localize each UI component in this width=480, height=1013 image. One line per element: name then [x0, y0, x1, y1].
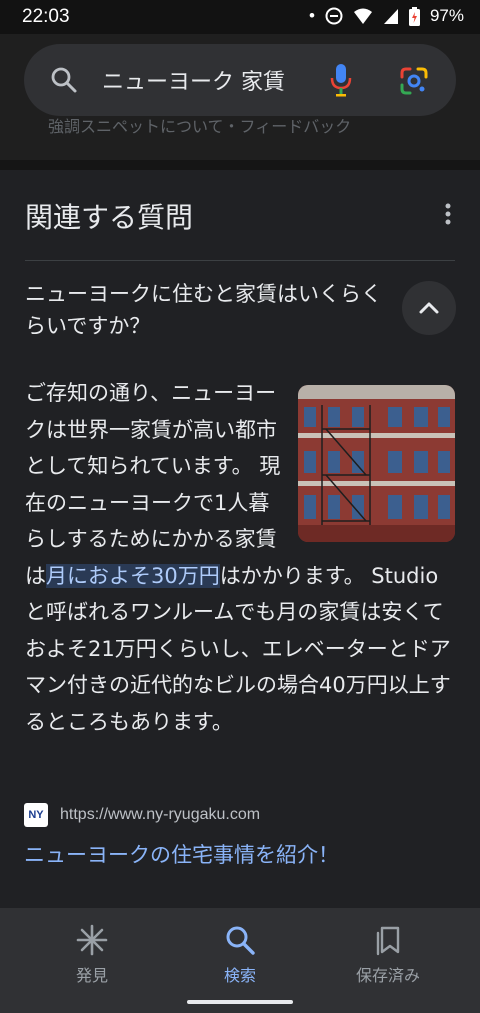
answer-snippet: ご存知の通り、ニューヨークは世界一家賃が高い都市として知られています。 現在のニ…: [25, 375, 455, 740]
gesture-home-bar[interactable]: [187, 1000, 293, 1004]
battery-level: 97%: [429, 6, 464, 25]
status-time: 22:03: [22, 6, 70, 27]
asterisk-icon: [76, 924, 108, 956]
search-icon: [226, 926, 255, 955]
card-title: 関連する質問: [25, 201, 194, 234]
status-bar: 22:03 • 97%: [0, 0, 480, 34]
nav-discover[interactable]: 発見: [32, 922, 152, 986]
signal-icon: [383, 9, 398, 24]
source-url[interactable]: https://www.ny-ryugaku.com: [60, 806, 260, 824]
collections-icon: [376, 926, 400, 956]
collapse-button[interactable]: [402, 281, 456, 335]
nav-saved[interactable]: 保存済み: [328, 922, 448, 986]
source-row[interactable]: NY https://www.ny-ryugaku.com: [24, 803, 260, 827]
google-lens-icon[interactable]: [399, 66, 429, 96]
result-link[interactable]: ニューヨークの住宅事情を紹介！: [24, 839, 339, 869]
status-icons: • 97%: [309, 6, 464, 26]
title-divider: [25, 260, 455, 261]
nav-saved-label: 保存済み: [355, 966, 420, 985]
section-divider: [0, 160, 480, 170]
answer-highlight: 月におよそ30万円: [46, 563, 220, 588]
search-bar[interactable]: ニューヨーク 家賃: [24, 44, 456, 116]
wifi-icon: [353, 8, 372, 24]
chevron-up-icon: [419, 302, 439, 314]
nav-discover-label: 発見: [75, 966, 108, 985]
question-text[interactable]: ニューヨークに住むと家賃はいくらくらいですか？: [25, 278, 385, 342]
battery-icon: [408, 6, 420, 26]
answer-text-before: ご存知の通り、ニューヨークは世界一家賃が高い都市として知られています。 現在のニ…: [25, 381, 281, 588]
feedback-text: 強調スニペットについて・フィードバック: [48, 117, 352, 136]
nav-search[interactable]: 検索: [180, 922, 300, 986]
favicon-text: NY: [28, 809, 44, 821]
bottom-navigation: 発見 検索 保存済み: [0, 908, 480, 1013]
more-options-icon[interactable]: [438, 200, 458, 230]
do-not-disturb-icon: [325, 7, 343, 25]
answer-text-after: はかかります。 Studioと呼ばれるワンルームでも月の家賃は安くておよそ21万…: [25, 563, 451, 734]
nav-search-label: 検索: [223, 966, 256, 985]
notification-dot-icon: •: [309, 6, 315, 25]
related-questions-card: 関連する質問 ニューヨークに住むと家賃はいくらくらいですか？ ご存知の通り、ニュ…: [0, 170, 480, 908]
microphone-icon[interactable]: [330, 63, 352, 97]
building-thumbnail-image[interactable]: [298, 385, 455, 542]
site-favicon-icon: NY: [24, 803, 48, 827]
building-image: [298, 385, 455, 542]
search-input[interactable]: ニューヨーク 家賃: [102, 64, 322, 96]
search-icon[interactable]: [50, 66, 78, 94]
